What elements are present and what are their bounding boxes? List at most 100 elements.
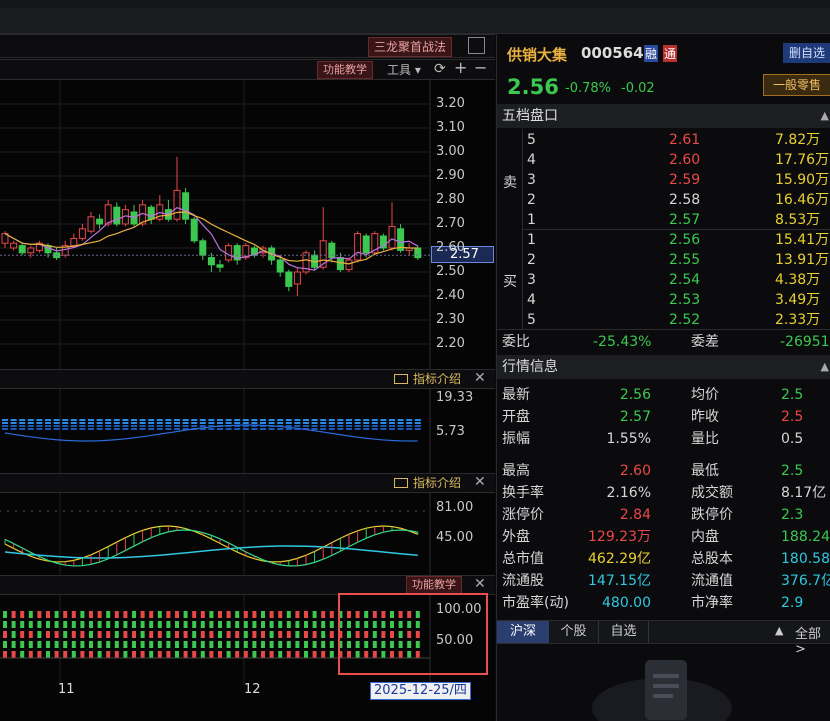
signal-bar [304,641,308,648]
buy-level-row[interactable]: 4 2.53 3.49万 [497,290,830,310]
quote-panel: 供销大集 000564 融 通 删自选 2.56 -0.78% -0.02 一般… [496,34,830,721]
volume-bar [45,419,51,421]
signal-bar [192,641,197,648]
grid-dot [231,510,233,512]
signal-bar [63,641,68,648]
volume-bar [311,419,318,421]
volume-bar [389,428,395,430]
volume-bar [19,428,26,430]
signal-bar [295,641,300,648]
candle-body [70,237,78,247]
indicator-info-button-2[interactable]: 指标介绍 [394,474,461,492]
minimize-icon[interactable]: − [474,59,487,77]
signal-bar [132,631,136,638]
tools-menu[interactable]: 工具 ▾ [387,61,421,79]
collapse-icon[interactable]: ▲ [821,355,829,379]
price-axis-label: 3.20 [436,96,465,111]
close-icon[interactable]: ✕ [474,370,486,386]
quote-row: 外盘129.23万内盘188.24万 [502,529,830,545]
volume-bar [277,419,284,421]
grid-dot [327,510,329,512]
signal-bar [209,611,214,618]
signal-bar [28,641,33,648]
volume-bar [2,428,8,430]
tab-hushen[interactable]: 沪深 [497,621,549,643]
candle-body [78,228,86,239]
add-icon[interactable]: + [454,59,467,77]
volume-bar [182,422,189,424]
grid-dot [343,510,345,512]
sell-level-row[interactable]: 5 2.61 7.82万 [497,130,830,150]
signal-bar [321,611,326,618]
volume-bar [346,422,352,424]
sell-level-row[interactable]: 3 2.59 15.90万 [497,170,830,190]
signal-bar [157,611,162,618]
pct-change: -0.78% [565,81,611,96]
buy-level-row[interactable]: 1 2.56 15.41万 [497,230,830,250]
ratio-row: 委比 -25.43% 委差 -26951 [502,334,830,350]
expand-icon[interactable] [468,37,485,54]
volume-bar [346,425,352,427]
tab-stock[interactable]: 个股 [549,621,599,643]
volume-bar [88,428,94,430]
buy-level-row[interactable]: 5 2.52 2.33万 [497,310,830,330]
sell-level-row[interactable]: 1 2.57 8.53万 [497,210,830,230]
top-bar [0,0,830,34]
volume-bar [174,428,180,430]
close-icon[interactable]: ✕ [474,576,486,592]
volume-bar [397,419,404,421]
grid-dot [367,510,369,512]
signal-bar [46,631,50,638]
signal-bar [286,611,291,618]
sell-level-row[interactable]: 4 2.60 17.76万 [497,150,830,170]
collapse-icon[interactable]: ▲ [821,104,829,128]
volume-bar [414,425,421,427]
volume-bar [105,428,112,430]
signal-bar [235,631,240,638]
volume-bar [148,428,155,430]
candle-body [96,218,104,225]
volume-bar [113,428,120,430]
volume-bar [2,425,8,427]
grid-dot [31,510,33,512]
remove-watchlist-button[interactable]: 删自选 [783,43,830,63]
signal-bar [209,621,214,628]
expand-up-icon[interactable]: ▲ [775,624,783,637]
indicator-info-button-1[interactable]: 指标介绍 [394,370,461,388]
price-change: -0.02 [621,81,655,96]
volume-bar [36,428,43,430]
price-axis-label: 2.20 [436,336,465,351]
tab-watchlist[interactable]: 自选 [599,621,649,643]
all-dropdown[interactable]: 全部> [795,623,830,657]
signal-bar [123,611,128,618]
signal-bar [329,611,334,618]
refresh-icon[interactable]: ⟳ [434,60,446,78]
sell-level-row[interactable]: 2 2.58 16.46万 [497,190,830,210]
volume-bar [225,419,232,421]
signal-bar [183,621,188,628]
signal-bar [304,621,308,628]
candle-body [336,257,344,271]
buy-level-row[interactable]: 3 2.54 4.38万 [497,270,830,290]
volume-bar [328,428,335,430]
strategy-button[interactable]: 三龙聚首战法 [368,37,453,57]
signal-bar [192,631,197,638]
quote-header[interactable]: 行情信息 ▲ [497,355,830,379]
signal-bar [140,651,145,658]
kline-chart-area[interactable]: 三龙聚首战法 功能教学 工具 ▾ ⟳ + − 2.57 指标介绍 ✕ 19.33… [0,34,495,721]
buy-level-row[interactable]: 2 2.55 13.91万 [497,250,830,270]
volume-bar [19,422,26,424]
teach-button-2[interactable]: 功能教学 [406,576,462,594]
sector-button[interactable]: 一般零售 [763,74,830,96]
price-axis-label: 2.50 [436,264,465,279]
volume-bar [113,422,120,424]
signal-bar [166,621,171,628]
volume-bar [45,428,51,430]
signal-bar [89,651,93,658]
signal-bar [312,611,317,618]
grid-dot [279,510,281,512]
teach-button[interactable]: 功能教学 [317,61,373,79]
orderbook-header[interactable]: 五档盘口 ▲ [497,104,830,128]
close-icon[interactable]: ✕ [474,474,486,490]
quote-row: 开盘 2.57 昨收 2.5 [502,409,804,425]
